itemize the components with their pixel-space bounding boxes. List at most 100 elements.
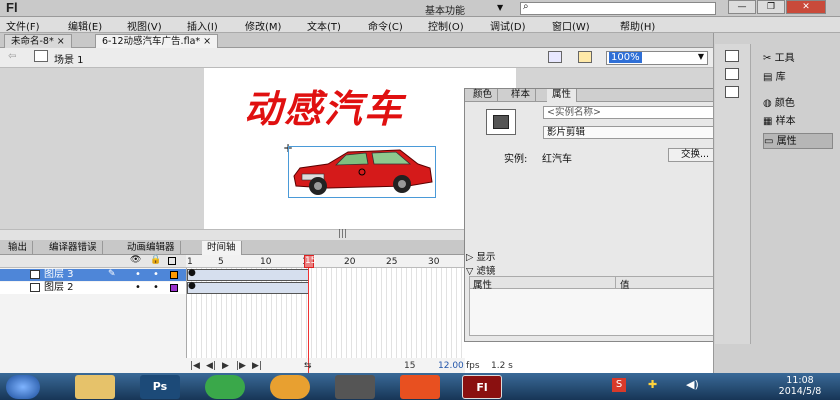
close-button[interactable]: ✕ <box>786 0 826 14</box>
input-method-icon[interactable]: S <box>612 378 626 392</box>
fps-unit: fps <box>466 361 480 371</box>
next-frame-icon[interactable]: |▶ <box>236 361 246 371</box>
flash-taskbar-icon[interactable]: Fl <box>462 375 502 399</box>
play-icon[interactable]: ▶ <box>222 361 229 371</box>
layer-color-swatch[interactable] <box>170 284 178 292</box>
menu-modify[interactable]: 修改(M) <box>245 18 281 33</box>
properties-tab-bar: 颜色 样本 属性 ≡ <box>465 89 752 102</box>
tab-close-icon[interactable]: × <box>57 36 65 47</box>
symbol-type-select[interactable]: 影片剪辑 ▼ <box>543 126 723 139</box>
chevron-down-icon: ▼ <box>697 52 704 61</box>
dock-label: 工具 <box>774 53 795 64</box>
tab-output[interactable]: 输出 <box>3 241 34 255</box>
menu-window[interactable]: 窗口(W) <box>552 18 590 33</box>
layer-row-3[interactable]: 图层 3 ✎ • • <box>0 269 186 281</box>
menu-help[interactable]: 帮助(H) <box>620 18 655 33</box>
dock-tools[interactable]: ✂ 工具 <box>763 51 833 67</box>
layer-icon <box>30 283 40 292</box>
outline-icon[interactable] <box>168 257 176 265</box>
menu-commands[interactable]: 命令(C) <box>368 18 403 33</box>
layer-3-keyframe-span[interactable] <box>187 269 309 281</box>
playhead[interactable]: 15 <box>304 255 316 268</box>
layer-name[interactable]: 图层 3 <box>44 269 74 280</box>
app-taskbar-icon[interactable] <box>400 375 440 399</box>
keyframe-dot[interactable]: ● <box>188 268 196 278</box>
instance-label: 实例: <box>504 154 528 165</box>
workspace-selector[interactable]: 基本功能 <box>425 2 465 17</box>
show-hide-icon[interactable]: 👁 <box>130 255 141 265</box>
tab-properties[interactable]: 属性 <box>547 89 578 102</box>
filter-col-property: 属性 <box>473 280 493 291</box>
scroll-thumb-grip-icon[interactable]: ||| <box>338 229 347 239</box>
tray-icon[interactable]: ✚ <box>648 378 657 391</box>
tab-swatches[interactable]: 样本 <box>506 89 537 102</box>
lock-dot[interactable]: • <box>153 269 159 280</box>
filter-table[interactable]: 属性 值 <box>469 276 739 336</box>
edit-symbols-icon[interactable] <box>578 51 592 63</box>
volume-icon[interactable]: ◀) <box>686 378 699 391</box>
dock-properties[interactable]: ▭ 属性 <box>763 133 833 149</box>
lock-dot[interactable]: • <box>153 282 159 293</box>
stage-title-text[interactable]: 动感汽车 <box>244 78 404 133</box>
tab-timeline[interactable]: 时间轴 <box>202 241 242 255</box>
tab-compiler-errors[interactable]: 编译器错误 <box>44 241 103 255</box>
prev-frame-icon[interactable]: ◀| <box>206 361 216 371</box>
tab-color[interactable]: 颜色 <box>468 89 499 102</box>
keyframe-dot[interactable]: ● <box>188 281 196 291</box>
dock-color[interactable]: ◍ 颜色 <box>763 96 833 112</box>
collapsed-panel-strip <box>715 44 751 344</box>
frame-number: 1 <box>187 257 193 267</box>
fps-value[interactable]: 12.00 <box>438 361 464 371</box>
filters-section[interactable]: ▽ 滤镜 <box>466 263 742 277</box>
start-button[interactable] <box>6 375 40 399</box>
menu-debug[interactable]: 调试(D) <box>490 18 526 33</box>
visibility-dot[interactable]: • <box>135 282 141 293</box>
visibility-dot[interactable]: • <box>135 269 141 280</box>
app-taskbar-icon[interactable] <box>205 375 245 399</box>
tab-motion-editor[interactable]: 动画编辑器 <box>122 241 181 255</box>
scene-label[interactable]: 场景 1 <box>54 51 84 66</box>
history-icon[interactable] <box>725 50 739 62</box>
menu-insert[interactable]: 插入(I) <box>187 18 218 33</box>
tab-car-ad[interactable]: 6-12动感汽车广告.fla* × <box>95 34 219 48</box>
loop-icon[interactable]: ⇆ <box>304 361 312 371</box>
photoshop-taskbar-icon[interactable]: Ps <box>140 375 180 399</box>
lock-icon[interactable]: 🔒 <box>150 255 161 265</box>
transform-icon[interactable] <box>725 86 739 98</box>
zoom-select[interactable]: 100% ▼ <box>606 51 708 65</box>
dock-library[interactable]: ▤ 库 <box>763 70 833 86</box>
stage-horizontal-scrollbar[interactable]: ||| <box>0 229 465 240</box>
minimize-button[interactable]: — <box>728 0 756 14</box>
first-frame-icon[interactable]: |◀ <box>190 361 200 371</box>
restore-button[interactable]: ❐ <box>757 0 785 14</box>
layer-name[interactable]: 图层 2 <box>44 282 74 293</box>
instance-name-input[interactable]: <实例名称> <box>543 106 725 119</box>
tab-close-icon[interactable]: × <box>203 36 211 47</box>
menu-text[interactable]: 文本(T) <box>307 18 341 33</box>
layer-row-2[interactable]: 图层 2 • • <box>0 282 186 294</box>
app-taskbar-icon[interactable] <box>270 375 310 399</box>
search-icon: ⌕ <box>523 1 529 12</box>
workspace-dropdown-icon[interactable]: ▼ <box>497 3 503 12</box>
display-section[interactable]: ▷ 显示 <box>466 249 742 263</box>
menu-edit[interactable]: 编辑(E) <box>68 18 102 33</box>
menu-view[interactable]: 视图(V) <box>127 18 162 33</box>
frame-ruler[interactable]: 1 5 10 15 20 25 30 <box>186 255 465 268</box>
layer-color-swatch[interactable] <box>170 271 178 279</box>
pencil-icon: ✎ <box>108 269 116 279</box>
layer-2-keyframe-span[interactable] <box>187 282 309 294</box>
menu-file[interactable]: 文件(F) <box>6 18 40 33</box>
edit-scene-icon[interactable] <box>548 51 562 63</box>
last-frame-icon[interactable]: ▶| <box>252 361 262 371</box>
back-arrow-icon[interactable]: ⇦ <box>8 51 16 62</box>
search-input[interactable] <box>520 2 716 15</box>
red-car-instance[interactable] <box>288 146 436 198</box>
taskbar-clock[interactable]: 11:08 2014/5/8 <box>770 375 830 397</box>
tab-untitled-8[interactable]: 未命名-8* × <box>4 34 72 48</box>
align-icon[interactable] <box>725 68 739 80</box>
explorer-taskbar-icon[interactable] <box>75 375 115 399</box>
menu-control[interactable]: 控制(O) <box>428 18 464 33</box>
layer-header: 👁 🔒 <box>0 255 186 268</box>
camera-taskbar-icon[interactable] <box>335 375 375 399</box>
dock-swatches[interactable]: ▦ 样本 <box>763 114 833 130</box>
